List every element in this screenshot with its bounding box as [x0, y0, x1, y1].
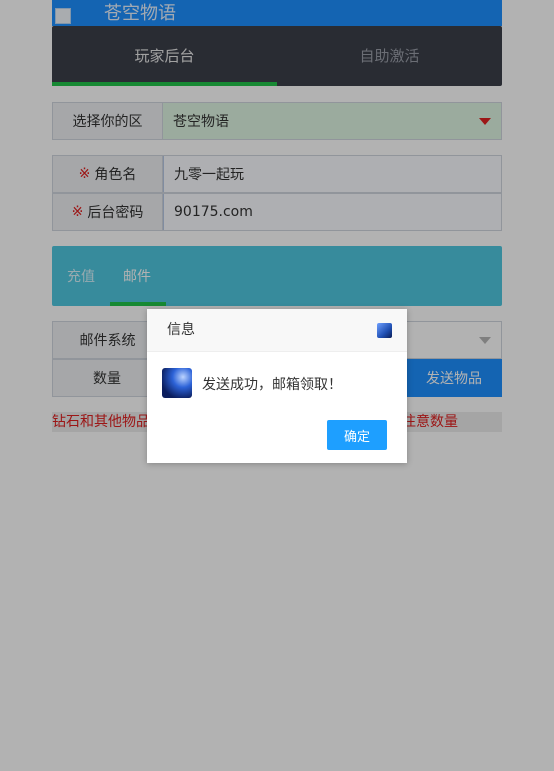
close-icon[interactable]	[377, 323, 392, 338]
dialog-message: 发送成功，邮箱领取！	[202, 377, 342, 393]
dialog-title: 信息	[167, 322, 195, 338]
success-icon	[162, 368, 192, 398]
confirm-button[interactable]: 确定	[327, 420, 387, 450]
dialog-body: 发送成功，邮箱领取！	[147, 352, 407, 414]
dialog-header: 信息	[147, 309, 407, 352]
info-dialog: 信息 发送成功，邮箱领取！ 确定	[147, 309, 407, 463]
